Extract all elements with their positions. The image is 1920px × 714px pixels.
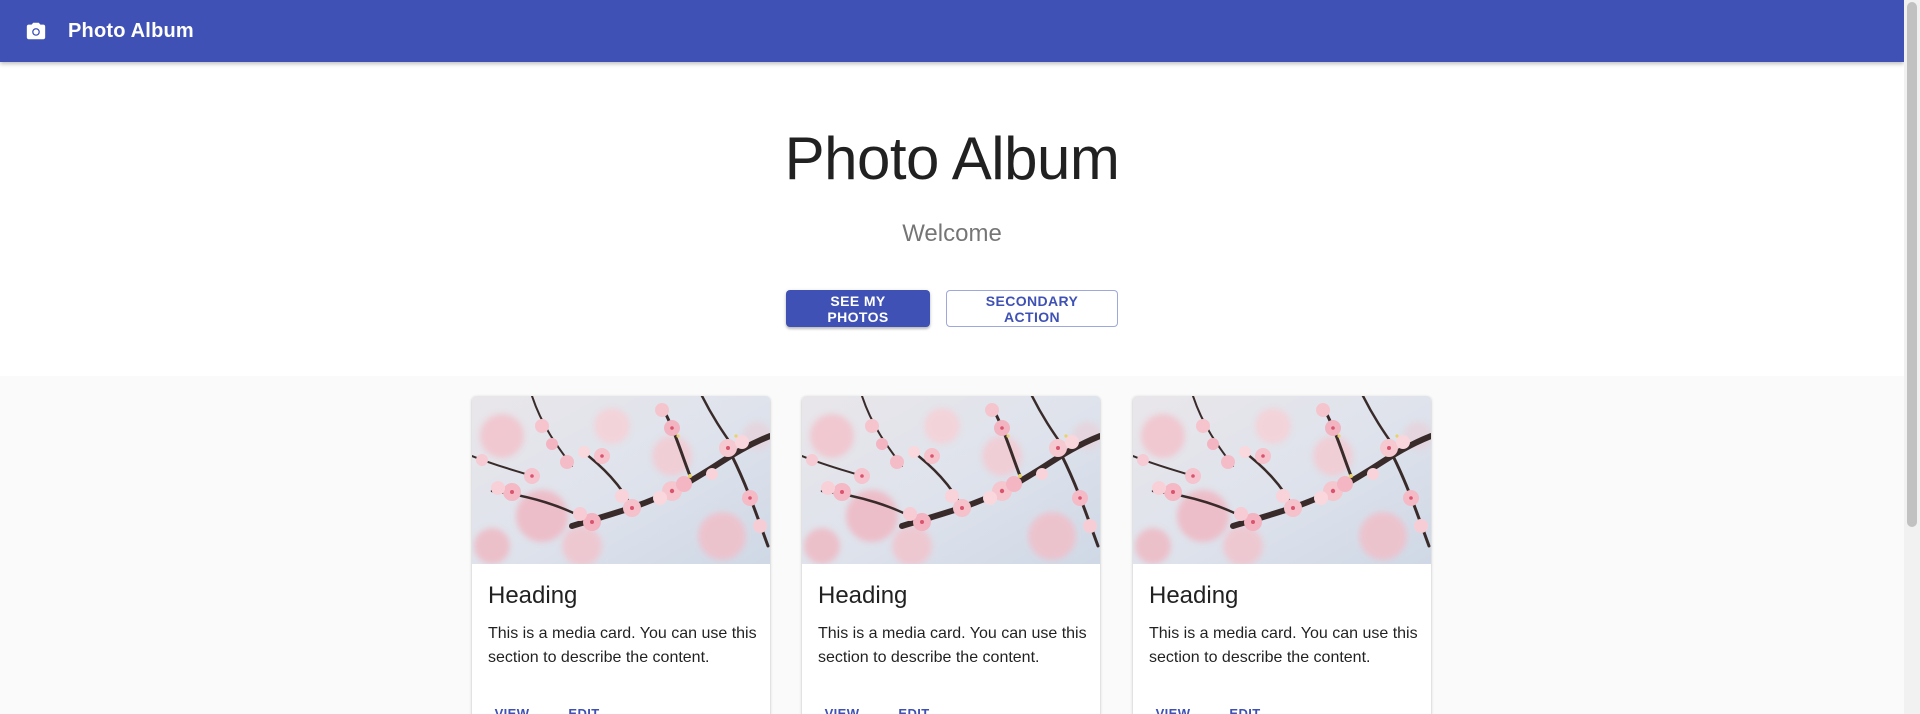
edit-button[interactable]: EDIT xyxy=(882,698,946,714)
edit-button[interactable]: EDIT xyxy=(1213,698,1277,714)
media-card: Heading This is a media card. You can us… xyxy=(1133,396,1431,714)
edit-button[interactable]: EDIT xyxy=(552,698,616,714)
card-description: This is a media card. You can use this s… xyxy=(818,625,1087,666)
view-button[interactable]: VIEW xyxy=(810,698,874,714)
scrollbar-thumb[interactable] xyxy=(1907,2,1917,527)
camera-icon xyxy=(25,20,47,42)
card-heading: Heading xyxy=(1149,582,1239,609)
hero-actions: SEE MY PHOTOS SECONDARY ACTION xyxy=(0,290,1904,327)
app-bar: Photo Album xyxy=(0,0,1904,62)
card-actions: VIEW EDIT xyxy=(810,698,946,714)
card-actions: VIEW EDIT xyxy=(480,698,616,714)
page-title: Photo Album xyxy=(784,125,1120,192)
card-actions: VIEW EDIT xyxy=(1141,698,1277,714)
card-description: This is a media card. You can use this s… xyxy=(1149,625,1418,666)
view-button[interactable]: VIEW xyxy=(1141,698,1205,714)
page: Photo Album Photo Album Welcome SEE MY P… xyxy=(0,0,1920,714)
page-subtitle: Welcome xyxy=(902,220,1002,247)
card-heading: Heading xyxy=(488,582,578,609)
see-my-photos-button[interactable]: SEE MY PHOTOS xyxy=(786,290,930,327)
cherry-blossom-photo xyxy=(472,396,770,564)
card-description: This is a media card. You can use this s… xyxy=(488,625,757,666)
card-heading: Heading xyxy=(818,582,908,609)
card-grid: Heading This is a media card. You can us… xyxy=(0,376,1904,714)
view-button[interactable]: VIEW xyxy=(480,698,544,714)
media-card: Heading This is a media card. You can us… xyxy=(802,396,1100,714)
secondary-action-button[interactable]: SECONDARY ACTION xyxy=(946,290,1118,327)
cherry-blossom-photo xyxy=(802,396,1100,564)
app-title: Photo Album xyxy=(68,19,194,42)
media-card: Heading This is a media card. You can us… xyxy=(472,396,770,714)
cherry-blossom-photo xyxy=(1133,396,1431,564)
vertical-scrollbar[interactable] xyxy=(1904,0,1920,714)
hero-section: Photo Album Welcome SEE MY PHOTOS SECOND… xyxy=(0,62,1904,376)
